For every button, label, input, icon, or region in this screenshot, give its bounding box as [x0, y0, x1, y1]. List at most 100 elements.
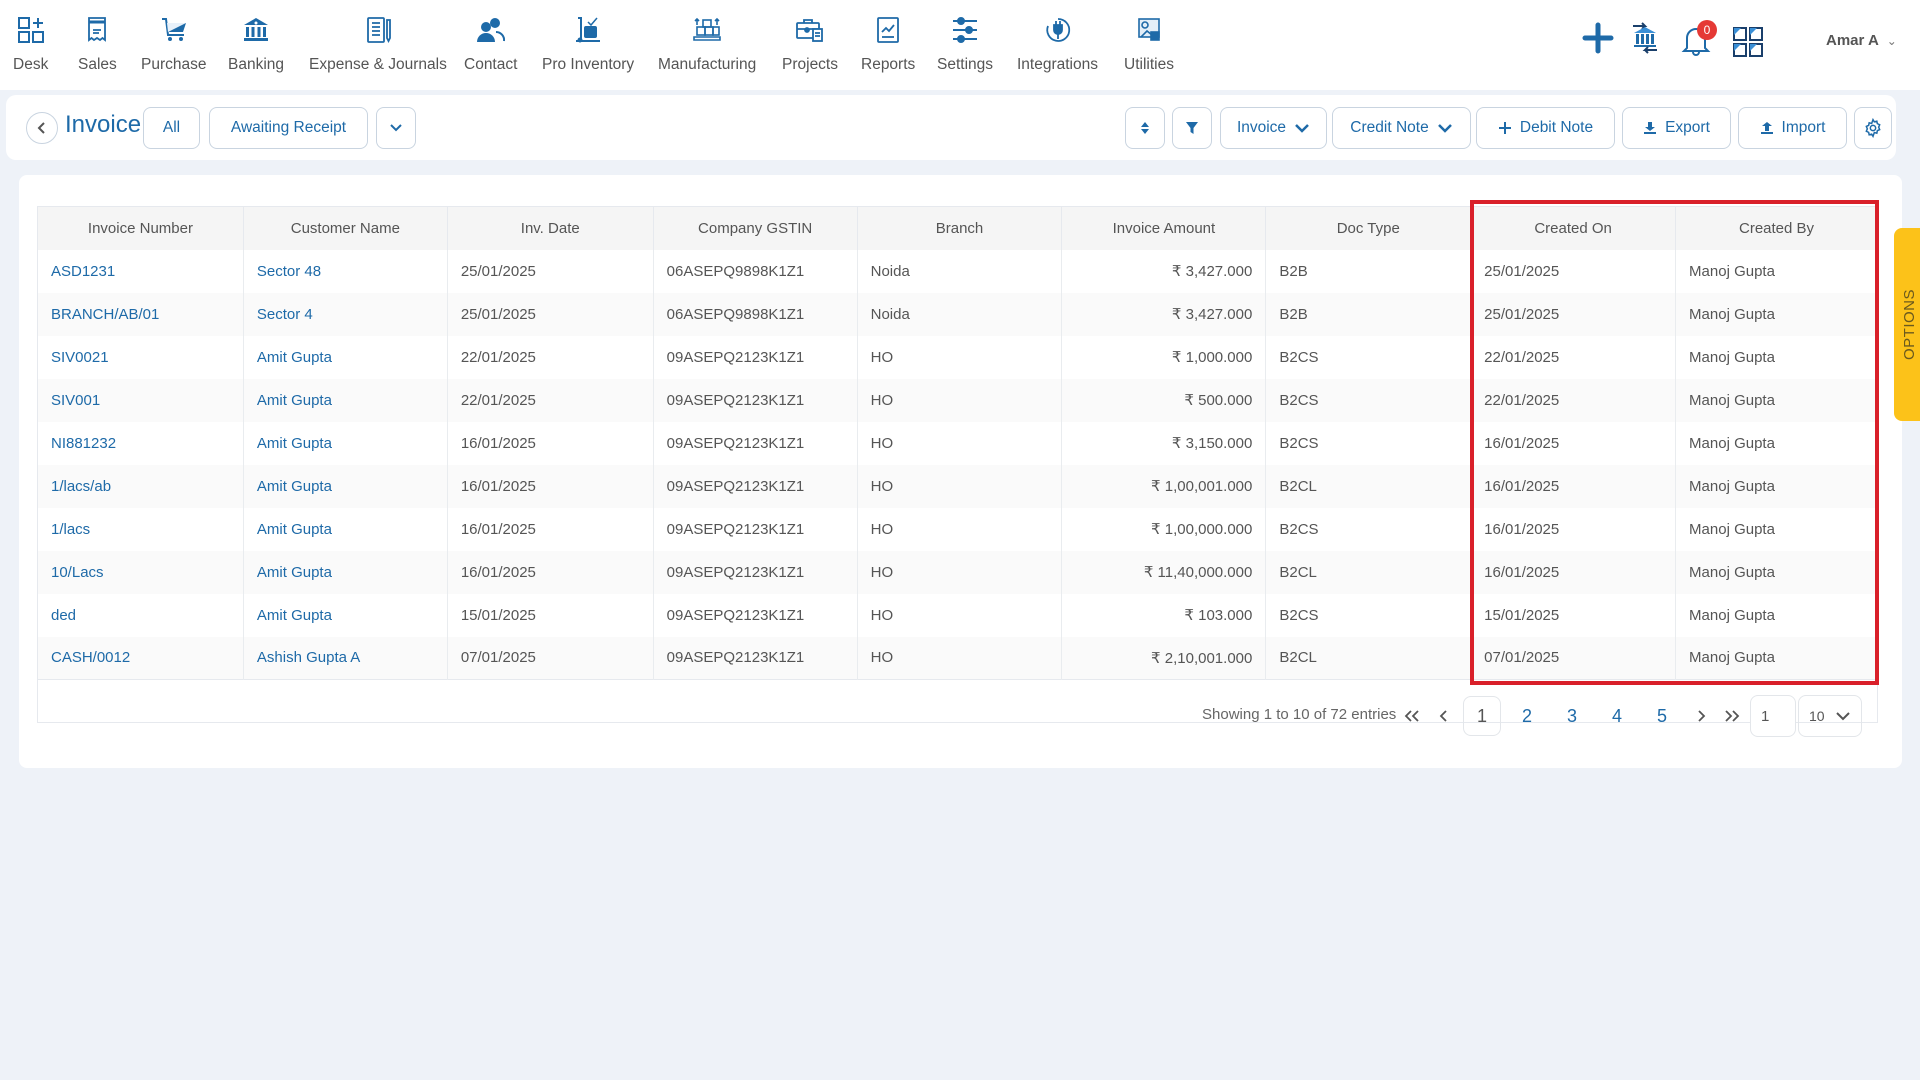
more-filters-dropdown[interactable] [376, 107, 416, 149]
prev-page-button[interactable] [1436, 696, 1452, 736]
column-header-customer-name[interactable]: Customer Name [243, 206, 448, 250]
cell-invoice-amount: ₹ 3,427.000 [1061, 292, 1267, 336]
app-switcher-button[interactable] [1733, 27, 1763, 62]
options-side-tab[interactable]: OPTIONS [1894, 228, 1920, 421]
column-header-invoice-amount[interactable]: Invoice Amount [1061, 206, 1267, 250]
table-row[interactable]: SIV0021 Amit Gupta 22/01/2025 09ASEPQ2123K1… [37, 335, 1878, 379]
nav-manufacturing[interactable]: Manufacturing [658, 14, 756, 74]
import-button[interactable]: Import [1738, 107, 1847, 149]
column-header-created-on[interactable]: Created On [1470, 206, 1677, 250]
column-header-doc-type[interactable]: Doc Type [1265, 206, 1472, 250]
cell-customer-name[interactable]: Amit Gupta [243, 421, 448, 465]
table-row[interactable]: BRANCH/AB/01 Sector 4 25/01/2025 06ASEPQ989… [37, 292, 1878, 336]
sort-button[interactable] [1125, 107, 1165, 149]
back-button[interactable] [26, 112, 58, 144]
cell-invoice-amount: ₹ 1,000.000 [1061, 335, 1267, 379]
debit-note-button[interactable]: Debit Note [1476, 107, 1615, 149]
column-header-inv-date[interactable]: Inv. Date [447, 206, 654, 250]
cell-invoice-number[interactable]: NI881232 [37, 421, 244, 465]
cell-customer-name[interactable]: Amit Gupta [243, 550, 448, 594]
table-settings-button[interactable] [1854, 107, 1892, 149]
invoice-table-card: Invoice Number Customer Name Inv. Date C… [19, 175, 1902, 768]
chevron-down-icon [1836, 712, 1850, 721]
table-row[interactable]: NI881232 Amit Gupta 16/01/2025 09ASEPQ2123K… [37, 421, 1878, 465]
table-row[interactable]: SIV001 Amit Gupta 22/01/2025 09ASEPQ2123K1Z… [37, 378, 1878, 422]
credit-note-dropdown-button[interactable]: Credit Note [1332, 107, 1471, 149]
nav-settings[interactable]: Settings [937, 14, 993, 74]
page-size-select[interactable]: 10 [1798, 695, 1862, 737]
nav-desk[interactable]: Desk [13, 14, 48, 74]
filter-all-button[interactable]: All [143, 107, 200, 149]
double-chevron-right-icon [1725, 710, 1740, 722]
cell-customer-name[interactable]: Amit Gupta [243, 335, 448, 379]
nav-sales[interactable]: Sales [78, 14, 117, 74]
column-header-invoice-number[interactable]: Invoice Number [37, 206, 244, 250]
goto-page-input[interactable] [1750, 695, 1796, 737]
last-page-button[interactable] [1722, 696, 1742, 736]
cell-customer-name[interactable]: Sector 48 [243, 249, 448, 293]
cell-customer-name[interactable]: Ashish Gupta A [243, 636, 448, 680]
nav-projects[interactable]: Projects [782, 14, 838, 74]
nav-integrations-label: Integrations [1017, 56, 1098, 73]
table-header-row: Invoice Number Customer Name Inv. Date C… [37, 206, 1878, 250]
cell-invoice-number[interactable]: BRANCH/AB/01 [37, 292, 244, 336]
nav-pro-inventory[interactable]: Pro Inventory [542, 14, 634, 74]
plus-icon [1582, 22, 1614, 54]
table-row[interactable]: CASH/0012 Ashish Gupta A 07/01/2025 09ASEPQ… [37, 636, 1878, 680]
nav-reports[interactable]: Reports [861, 14, 915, 74]
cell-invoice-number[interactable]: CASH/0012 [37, 636, 244, 680]
page-5-button[interactable]: 5 [1652, 696, 1672, 736]
nav-expense-label: Expense & Journals [309, 56, 447, 73]
nav-utilities[interactable]: Utilities [1124, 14, 1174, 74]
page-2-button[interactable]: 2 [1517, 696, 1537, 736]
filter-awaiting-receipt-button[interactable]: Awaiting Receipt [209, 107, 368, 149]
cell-created-on: 16/01/2025 [1470, 464, 1677, 508]
cell-doc-type: B2CS [1265, 421, 1472, 465]
sort-icon [1141, 122, 1149, 134]
chevron-down-icon [1437, 124, 1452, 133]
nav-integrations[interactable]: Integrations [1017, 14, 1098, 74]
table-row[interactable]: 1/lacs/ab Amit Gupta 16/01/2025 09ASEPQ2123… [37, 464, 1878, 508]
nav-expense-journals[interactable]: Expense & Journals [309, 14, 447, 74]
column-header-branch[interactable]: Branch [857, 206, 1063, 250]
quick-add-button[interactable] [1582, 22, 1614, 59]
table-row[interactable]: 10/Lacs Amit Gupta 16/01/2025 09ASEPQ2123K1… [37, 550, 1878, 594]
table-row[interactable]: 1/lacs Amit Gupta 16/01/2025 09ASEPQ2123K1Z… [37, 507, 1878, 551]
nav-contact[interactable]: Contact [464, 14, 517, 74]
cell-customer-name[interactable]: Amit Gupta [243, 507, 448, 551]
cell-invoice-number[interactable]: SIV0021 [37, 335, 244, 379]
nav-banking[interactable]: Banking [228, 14, 284, 74]
cell-customer-name[interactable]: Amit Gupta [243, 593, 448, 637]
cell-company-gstin: 09ASEPQ2123K1Z1 [653, 550, 858, 594]
cell-invoice-number[interactable]: 1/lacs [37, 507, 244, 551]
page-3-button[interactable]: 3 [1562, 696, 1582, 736]
cell-invoice-number[interactable]: SIV001 [37, 378, 244, 422]
cell-customer-name[interactable]: Amit Gupta [243, 378, 448, 422]
invoice-dropdown-button[interactable]: Invoice [1220, 107, 1327, 149]
cell-inv-date: 15/01/2025 [447, 593, 654, 637]
cell-invoice-number[interactable]: 1/lacs/ab [37, 464, 244, 508]
export-button[interactable]: Export [1622, 107, 1731, 149]
next-page-button[interactable] [1693, 696, 1709, 736]
cell-invoice-number[interactable]: 10/Lacs [37, 550, 244, 594]
user-menu[interactable]: Amar A ⌄ [1826, 32, 1897, 49]
notifications-button[interactable]: 0 [1681, 20, 1717, 61]
cell-branch: HO [857, 378, 1063, 422]
table-row[interactable]: ASD1231 Sector 48 25/01/2025 06ASEPQ9898K1Z… [37, 249, 1878, 293]
first-page-button[interactable] [1402, 696, 1422, 736]
cell-customer-name[interactable]: Sector 4 [243, 292, 448, 336]
chevron-left-icon [1439, 710, 1447, 722]
nav-purchase[interactable]: Purchase [141, 14, 206, 74]
bank-transfer-button[interactable] [1630, 22, 1660, 59]
filter-button[interactable] [1172, 107, 1212, 149]
page-4-button[interactable]: 4 [1607, 696, 1627, 736]
cell-customer-name[interactable]: Amit Gupta [243, 464, 448, 508]
cell-created-by: Manoj Gupta [1675, 507, 1878, 551]
column-header-created-by[interactable]: Created By [1675, 206, 1878, 250]
page-1-button[interactable]: 1 [1463, 696, 1501, 736]
filter-icon [1186, 122, 1198, 134]
cell-invoice-number[interactable]: ASD1231 [37, 249, 244, 293]
table-row[interactable]: ded Amit Gupta 15/01/2025 09ASEPQ2123K1Z1 HO… [37, 593, 1878, 637]
cell-invoice-number[interactable]: ded [37, 593, 244, 637]
column-header-company-gstin[interactable]: Company GSTIN [653, 206, 858, 250]
